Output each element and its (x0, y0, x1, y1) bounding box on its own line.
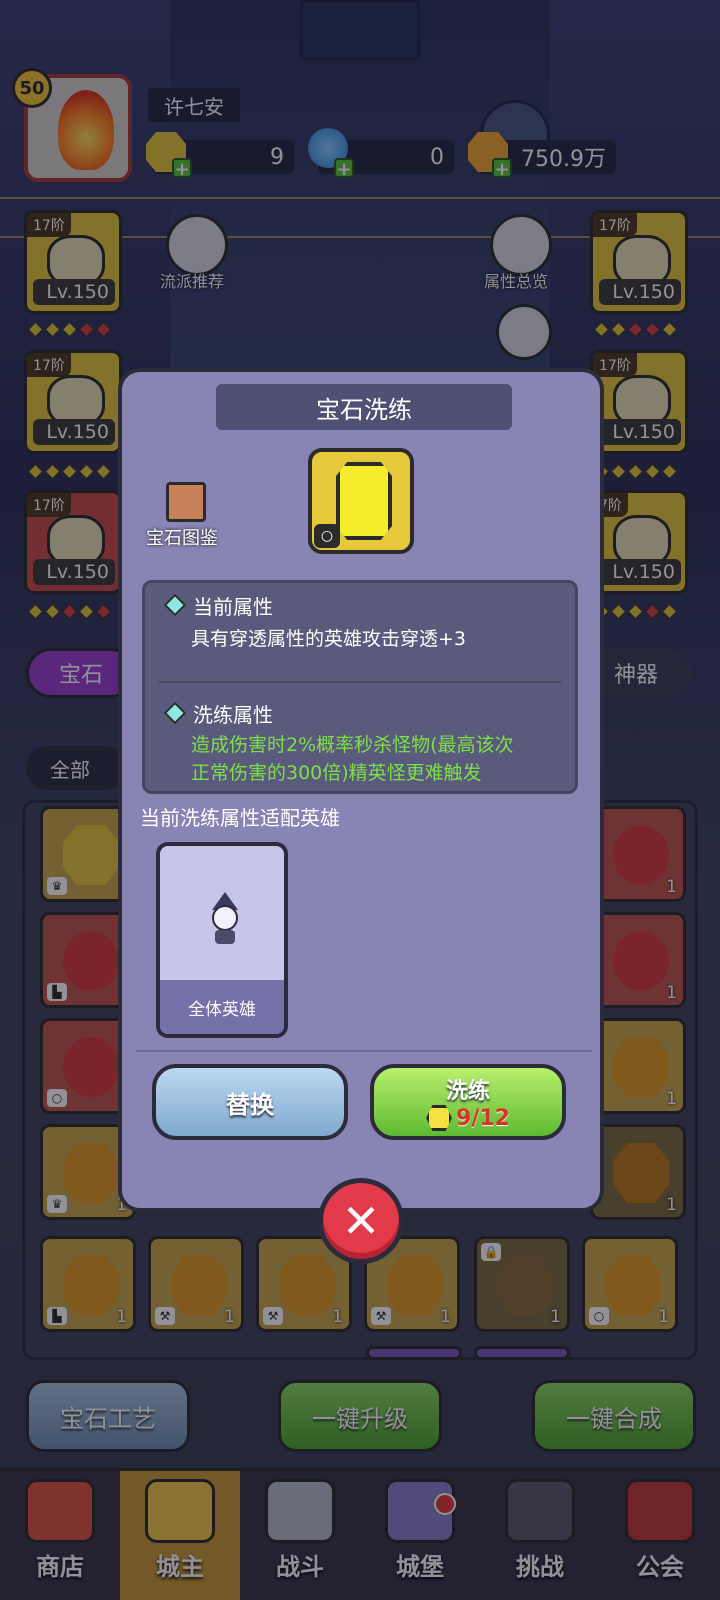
yellow-gem-icon (426, 1105, 453, 1131)
refine-attr-line1: 造成伤害时2%概率秒杀怪物(最高该次 (191, 734, 514, 756)
fit-heroes-label: 当前洗练属性适配英雄 (140, 806, 340, 830)
yellow-gem-icon (336, 462, 392, 540)
current-attr-text: 具有穿透属性的英雄攻击穿透+3 (191, 628, 467, 650)
refine-cost: 9/12 (426, 1105, 510, 1131)
refine-button[interactable]: 洗练 9/12 (370, 1064, 566, 1140)
refine-attr-line2: 正常伤害的300倍)精英怪更难触发 (191, 762, 482, 784)
dialog-title: 宝石洗练 (216, 384, 512, 430)
book-icon[interactable] (166, 482, 206, 522)
close-icon[interactable]: ✕ (318, 1178, 404, 1264)
hero-card-label: 全体英雄 (160, 980, 284, 1034)
attr-divider (159, 681, 561, 683)
selected-gem: ○ (308, 448, 414, 554)
diamond-icon (163, 701, 187, 725)
diamond-icon (163, 593, 187, 617)
replace-button[interactable]: 替换 (152, 1064, 348, 1140)
refine-cost-value: 9/12 (456, 1105, 510, 1131)
refine-attr-title: 洗练属性 (193, 703, 273, 727)
ring-icon: ○ (314, 524, 340, 548)
current-attr-title: 当前属性 (193, 595, 273, 619)
gem-codex-label[interactable]: 宝石图鉴 (146, 524, 218, 550)
dialog-divider (136, 1050, 592, 1052)
gem-refine-dialog: 宝石洗练 宝石图鉴 ○ 当前属性 具有穿透属性的英雄攻击穿透+3 洗练属性 造成… (118, 368, 604, 1212)
wizard-hero-icon (212, 892, 238, 944)
hero-card[interactable]: 全体英雄 (156, 842, 288, 1038)
refine-button-label: 洗练 (445, 1079, 490, 1104)
attribute-panel: 当前属性 具有穿透属性的英雄攻击穿透+3 洗练属性 造成伤害时2%概率秒杀怪物(… (142, 580, 578, 794)
